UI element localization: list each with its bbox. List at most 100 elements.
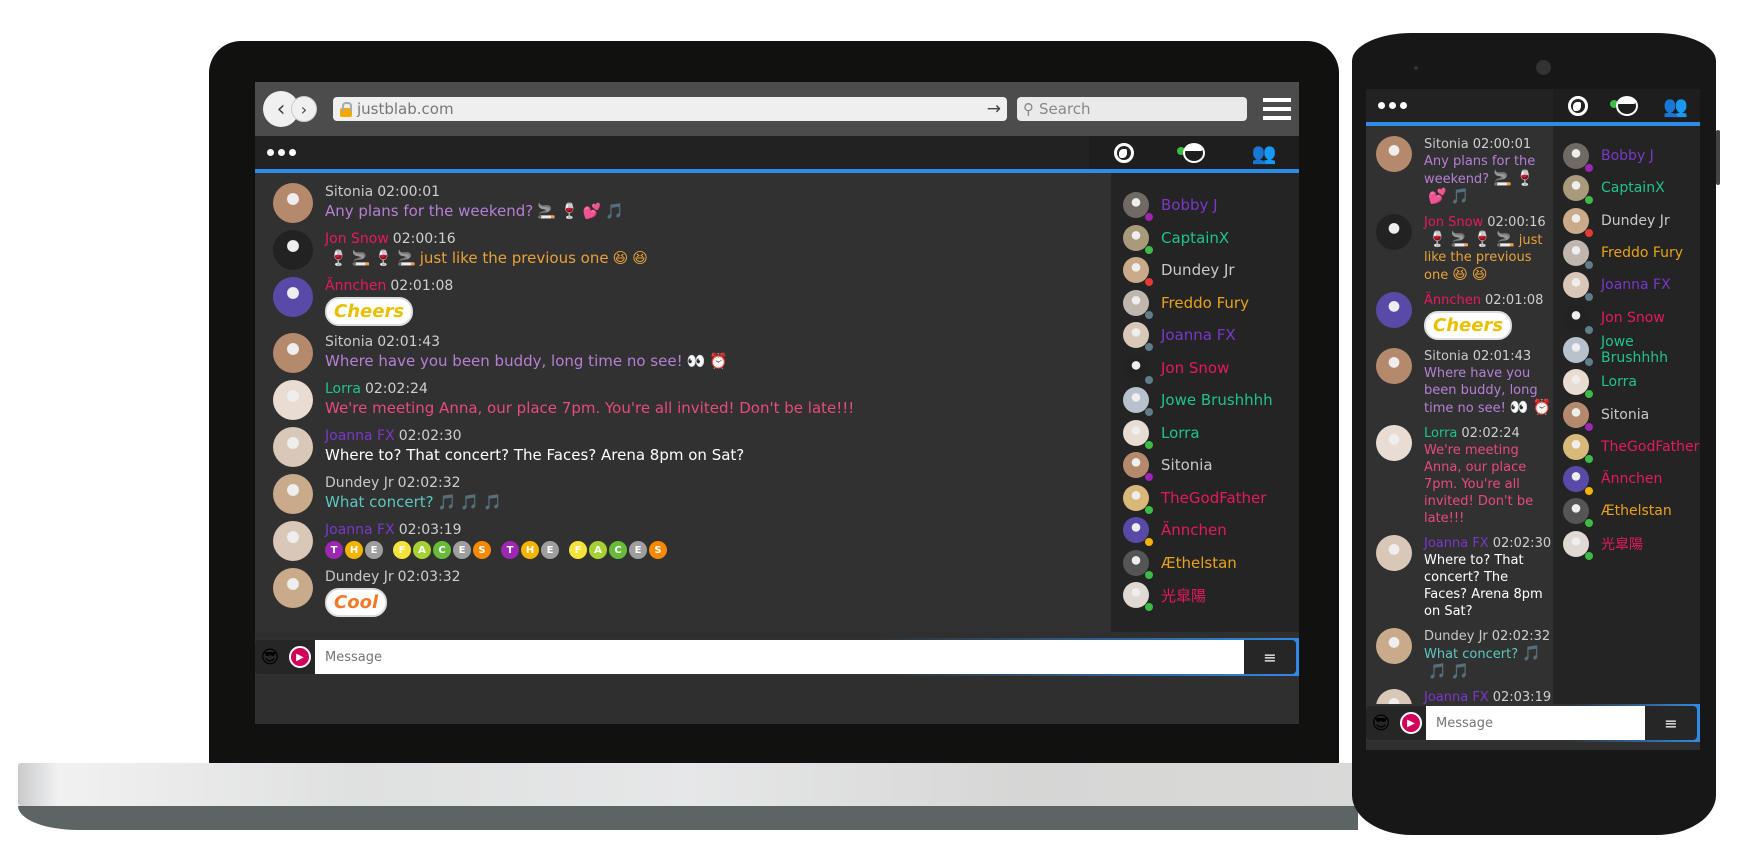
avatar[interactable] <box>1376 535 1412 571</box>
message-author[interactable]: Sitonia <box>1424 349 1469 364</box>
composer: 😎 ▶ ≡ <box>1366 704 1700 742</box>
message-item: Ännchen 02:01:08 Cheers <box>1376 292 1553 340</box>
go-arrow-icon[interactable]: → <box>987 99 1001 119</box>
user-list-item[interactable]: Jowe Brushhhh <box>1563 334 1700 366</box>
avatar[interactable] <box>273 427 313 467</box>
message-author[interactable]: Joanna FX <box>325 428 395 444</box>
avatar[interactable] <box>1376 136 1412 172</box>
avatar[interactable] <box>1376 689 1412 704</box>
user-face-icon <box>1183 142 1205 163</box>
tab-users[interactable]: 👥 <box>1663 95 1688 117</box>
message-list: Sitonia 02:00:01 Any plans for the weekend… <box>255 173 1111 632</box>
user-list-item[interactable]: Lorra <box>1563 366 1700 399</box>
avatar[interactable] <box>1376 292 1412 328</box>
user-list-item[interactable]: Jowe Brushhhh <box>1123 384 1299 417</box>
user-avatar <box>1563 336 1593 366</box>
user-list-item[interactable]: Bobby J <box>1123 189 1299 222</box>
avatar[interactable] <box>273 521 313 561</box>
user-list-item[interactable]: Dundey Jr <box>1563 205 1700 237</box>
tab-me[interactable] <box>1177 142 1205 164</box>
user-list-item[interactable]: Bobby J <box>1563 140 1700 173</box>
send-button[interactable]: ≡ <box>1244 640 1296 674</box>
user-list-item[interactable]: Jon Snow <box>1563 301 1700 334</box>
user-list-item[interactable]: Ännchen <box>1563 463 1700 496</box>
tab-me[interactable] <box>1609 95 1638 117</box>
message-header: Lorra 02:02:24 <box>325 380 854 398</box>
message-input[interactable] <box>315 640 1244 674</box>
user-list-item[interactable]: Sitonia <box>1563 398 1700 431</box>
user-list-item[interactable]: CaptainX <box>1563 172 1700 205</box>
avatar[interactable] <box>273 183 313 223</box>
message-author[interactable]: Joanna FX <box>1424 536 1489 551</box>
user-list-item[interactable]: Joanna FX <box>1123 319 1299 352</box>
avatar[interactable] <box>1376 214 1412 250</box>
avatar[interactable] <box>1376 425 1412 461</box>
user-list-item[interactable]: Æthelstan <box>1563 495 1700 528</box>
avatar[interactable] <box>273 277 313 317</box>
user-list-item[interactable]: Freddo Fury <box>1563 237 1700 270</box>
user-name: Æthelstan <box>1601 503 1672 520</box>
message-author[interactable]: Dundey Jr <box>1424 629 1488 644</box>
avatar[interactable] <box>1376 628 1412 664</box>
message-author[interactable]: Jon Snow <box>1424 215 1483 230</box>
more-dots-icon[interactable] <box>255 136 1089 169</box>
message-author[interactable]: Dundey Jr <box>325 475 394 491</box>
tab-globe[interactable] <box>1567 95 1589 117</box>
status-dot <box>1145 375 1153 384</box>
user-list-item[interactable]: Joanna FX <box>1563 269 1700 302</box>
avatar[interactable] <box>273 380 313 420</box>
emoji-icon: 🎵 <box>1450 662 1470 680</box>
message-item: Ännchen 02:01:08 Cheers <box>273 277 1111 326</box>
hamburger-menu-icon[interactable] <box>1263 98 1291 120</box>
message-author[interactable]: Dundey Jr <box>325 569 394 585</box>
message-author[interactable]: Sitonia <box>1424 137 1469 152</box>
message-input[interactable] <box>1426 706 1645 740</box>
message-timestamp: 02:02:24 <box>364 381 428 397</box>
user-list-item[interactable]: Ännchen <box>1123 514 1299 547</box>
more-dots-icon[interactable] <box>1366 89 1553 122</box>
user-list-item[interactable]: TheGodFather <box>1123 482 1299 515</box>
user-list-item[interactable]: CaptainX <box>1123 222 1299 255</box>
user-list-item[interactable]: Æthelstan <box>1123 547 1299 580</box>
user-list-item[interactable]: Sitonia <box>1123 449 1299 482</box>
sticker-cheers[interactable]: Cheers <box>325 297 414 326</box>
composer: 😎 ▶ ≡ <box>255 638 1299 676</box>
search-input[interactable]: ⚲ Search <box>1017 97 1247 121</box>
message-author[interactable]: Lorra <box>1424 426 1457 441</box>
sticker-cool[interactable]: Cool <box>325 588 388 617</box>
tab-users[interactable]: 👥 <box>1252 142 1277 164</box>
emoji-button[interactable]: 😎 <box>255 640 285 674</box>
message-author[interactable]: Sitonia <box>325 184 373 200</box>
user-list-item[interactable]: 光皐陽 <box>1123 579 1299 612</box>
user-list-item[interactable]: Dundey Jr <box>1123 254 1299 287</box>
user-list-item[interactable]: TheGodFather <box>1563 431 1700 463</box>
user-list-item[interactable]: Lorra <box>1123 417 1299 450</box>
message-author[interactable]: Lorra <box>325 381 361 397</box>
tab-globe[interactable] <box>1113 142 1135 164</box>
status-dot <box>1585 422 1593 431</box>
media-button[interactable]: ▶ <box>285 640 315 674</box>
message-author[interactable]: Ännchen <box>325 278 386 294</box>
message-author[interactable]: Sitonia <box>325 334 373 350</box>
user-list-item[interactable]: 光皐陽 <box>1563 528 1700 560</box>
avatar[interactable] <box>1376 348 1412 384</box>
user-avatar <box>1123 387 1153 417</box>
user-list-item[interactable]: Jon Snow <box>1123 352 1299 385</box>
media-button[interactable]: ▶ <box>1396 706 1426 740</box>
avatar[interactable] <box>273 333 313 373</box>
avatar[interactable] <box>273 230 313 270</box>
message-content: Joanna FX02:03:19THEFACESTHEFACES <box>325 521 667 561</box>
avatar[interactable] <box>273 474 313 514</box>
message-author[interactable]: Ännchen <box>1424 293 1481 308</box>
message-author[interactable]: Joanna FX <box>1424 690 1489 704</box>
user-list-item[interactable]: Freddo Fury <box>1123 287 1299 320</box>
emoji-button[interactable]: 😎 <box>1366 706 1396 740</box>
send-button[interactable]: ≡ <box>1645 706 1697 740</box>
address-bar[interactable]: justblab.com → <box>333 97 1007 121</box>
message-author[interactable]: Joanna FX <box>325 522 395 538</box>
message-author[interactable]: Jon Snow <box>325 231 389 247</box>
sticker-cheers[interactable]: Cheers <box>1424 311 1513 340</box>
avatar[interactable] <box>273 568 313 608</box>
user-name: Dundey Jr <box>1601 212 1670 229</box>
forward-button[interactable]: › <box>291 96 317 122</box>
